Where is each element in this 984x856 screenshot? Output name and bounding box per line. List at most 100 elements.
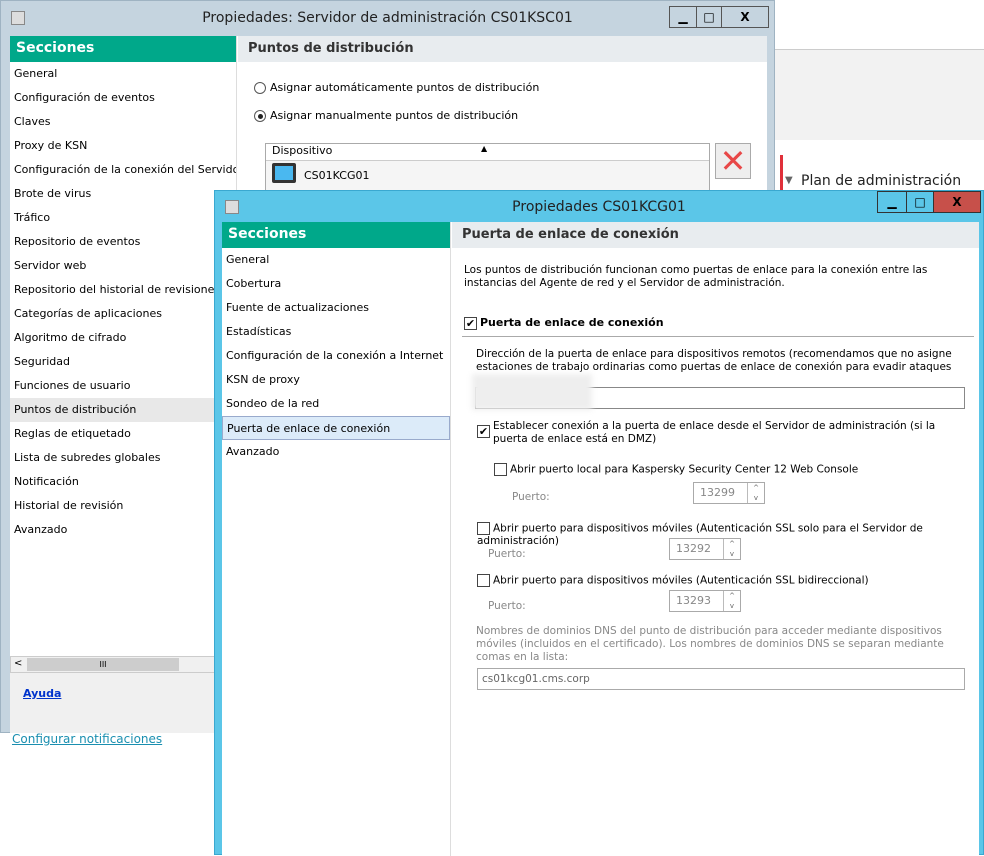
section-item[interactable]: Repositorio del historial de revisiones (10, 278, 236, 302)
column-header-label: Dispositivo (272, 144, 333, 157)
radio-auto-label: Asignar automáticamente puntos de distri… (270, 81, 540, 94)
device-properties-window: Propiedades CS01KCG01 ▁ □ X Secciones Ge… (214, 190, 984, 856)
gateway-checkbox[interactable]: ✔ Puerta de enlace de conexión (464, 316, 664, 330)
section-item[interactable]: Sondeo de la red (222, 392, 450, 416)
establish-connection-checkbox[interactable]: ✔ Establecer conexión a la puerta de enla… (477, 420, 967, 446)
spin-arrows-icon[interactable]: ^ v (723, 591, 740, 611)
configure-notifications-link[interactable]: Configurar notificaciones (12, 732, 162, 746)
section-item[interactable]: Estadísticas (222, 320, 450, 344)
maximize-button[interactable]: □ (696, 6, 722, 28)
table-row[interactable]: CS01KCG01 (266, 161, 709, 191)
section-item[interactable]: Configuración de la conexión a Internet (222, 344, 450, 368)
section-item[interactable]: Reglas de etiquetado (10, 422, 236, 446)
dns-label: Nombres de dominios DNS del punto de dis… (476, 625, 944, 663)
section-item[interactable]: Historial de revisión (10, 494, 236, 518)
horizontal-scrollbar[interactable]: < III (10, 656, 215, 673)
sections-panel: Secciones General Cobertura Fuente de actu… (222, 222, 451, 856)
radio-auto-icon[interactable] (254, 82, 266, 94)
mobile-bidir-port-checkbox[interactable]: Abrir puerto para dispositivos móviles (… (477, 574, 869, 587)
help-area: Ayuda (10, 673, 215, 733)
sections-header: Secciones (222, 222, 450, 248)
section-item[interactable]: Fuente de actualizaciones (222, 296, 450, 320)
port-label: Puerto: (488, 548, 526, 560)
radio-manual-icon[interactable] (254, 110, 266, 122)
section-item[interactable]: Funciones de usuario (10, 374, 236, 398)
checkbox-icon[interactable] (494, 463, 507, 476)
checkmark-icon[interactable]: ✔ (477, 425, 490, 438)
scroll-thumb[interactable]: III (27, 658, 179, 671)
spin-arrows-icon[interactable]: ^ v (723, 539, 740, 559)
sections-header: Secciones (10, 36, 236, 62)
window-body: Secciones General Cobertura Fuente de actu… (222, 222, 979, 856)
sections-list: General Configuración de eventos Claves Pro… (10, 62, 236, 542)
divider (462, 336, 974, 337)
sections-panel: Secciones General Configuración de evento… (10, 36, 237, 656)
mobile-ssl-port-stepper[interactable]: 13292 ^ v (669, 538, 741, 560)
page-title: Puntos de distribución (238, 36, 767, 62)
mobile-bidir-label: Abrir puerto para dispositivos móviles (… (493, 574, 869, 587)
spin-arrows-icon[interactable]: ^ v (747, 483, 764, 503)
address-label: Dirección de la puerta de enlace para di… (476, 348, 952, 373)
radio-auto[interactable]: Asignar automáticamente puntos de distri… (254, 81, 539, 94)
computer-icon (272, 163, 296, 183)
help-link[interactable]: Ayuda (23, 687, 61, 700)
port-label: Puerto: (512, 491, 550, 503)
window-title: Propiedades: Servidor de administración … (202, 10, 573, 26)
section-item[interactable]: Configuración de eventos (10, 86, 236, 110)
checkbox-icon[interactable] (477, 574, 490, 587)
remove-device-button[interactable]: ✕ (715, 143, 751, 179)
background-panel (775, 50, 984, 140)
establish-connection-label: Establecer conexión a la puerta de enlac… (493, 420, 936, 445)
sort-asc-icon: ▲ (481, 144, 488, 153)
section-item[interactable]: Seguridad (10, 350, 236, 374)
section-item[interactable]: KSN de proxy (222, 368, 450, 392)
minimize-button[interactable]: ▁ (669, 6, 697, 28)
background-top (775, 0, 984, 50)
section-item[interactable]: General (10, 62, 236, 86)
section-item[interactable]: Tráfico (10, 206, 236, 230)
intro-text: Los puntos de distribución funcionan com… (464, 264, 928, 289)
section-item[interactable]: Servidor web (10, 254, 236, 278)
triangle-icon: ▼ (785, 175, 793, 186)
close-button[interactable]: X (933, 191, 981, 213)
section-item[interactable]: Claves (10, 110, 236, 134)
radio-manual[interactable]: Asignar manualmente puntos de distribuci… (254, 109, 518, 122)
section-item[interactable]: Brote de virus (10, 182, 236, 206)
section-item[interactable]: Categorías de aplicaciones (10, 302, 236, 326)
section-item[interactable]: Lista de subredes globales (10, 446, 236, 470)
section-item[interactable]: Puerta de enlace de conexión (222, 416, 450, 440)
maximize-button[interactable]: □ (906, 191, 934, 213)
section-item[interactable]: Proxy de KSN (10, 134, 236, 158)
port-label: Puerto: (488, 600, 526, 612)
section-item[interactable]: Avanzado (222, 440, 450, 464)
port-value: 13293 (676, 594, 711, 607)
mobile-bidir-port-stepper[interactable]: 13293 ^ v (669, 590, 741, 612)
section-item[interactable]: Puntos de distribución (10, 398, 236, 422)
close-button[interactable]: X (721, 6, 769, 28)
section-item[interactable]: Avanzado (10, 518, 236, 542)
port-value: 13292 (676, 542, 711, 555)
scroll-left-icon[interactable]: < (14, 658, 22, 669)
section-item[interactable]: Notificación (10, 470, 236, 494)
web-console-port-stepper[interactable]: 13299 ^ v (693, 482, 765, 504)
column-header-device[interactable]: Dispositivo ▲ (266, 144, 709, 161)
redacted-address (472, 374, 592, 410)
section-item[interactable]: Repositorio de eventos (10, 230, 236, 254)
section-item[interactable]: General (222, 248, 450, 272)
device-name: CS01KCG01 (304, 169, 370, 182)
plan-section[interactable]: Plan de administración ▼ (780, 155, 984, 195)
section-item[interactable]: Configuración de la conexión del Servido… (10, 158, 236, 182)
page-title: Puerta de enlace de conexión (452, 222, 979, 248)
section-item[interactable]: Cobertura (222, 272, 450, 296)
checkbox-icon[interactable] (477, 522, 490, 535)
window-title: Propiedades CS01KCG01 (512, 199, 686, 215)
checkmark-icon[interactable]: ✔ (464, 316, 477, 330)
section-item[interactable]: Algoritmo de cifrado (10, 326, 236, 350)
port-value: 13299 (700, 486, 735, 499)
web-console-port-checkbox[interactable]: Abrir puerto local para Kaspersky Securi… (494, 463, 858, 476)
minimize-button[interactable]: ▁ (877, 191, 907, 213)
plan-label: Plan de administración (801, 173, 962, 189)
dns-input[interactable]: cs01kcg01.cms.corp (477, 668, 965, 690)
web-console-label: Abrir puerto local para Kaspersky Securi… (510, 463, 859, 476)
radio-manual-label: Asignar manualmente puntos de distribuci… (270, 109, 519, 122)
